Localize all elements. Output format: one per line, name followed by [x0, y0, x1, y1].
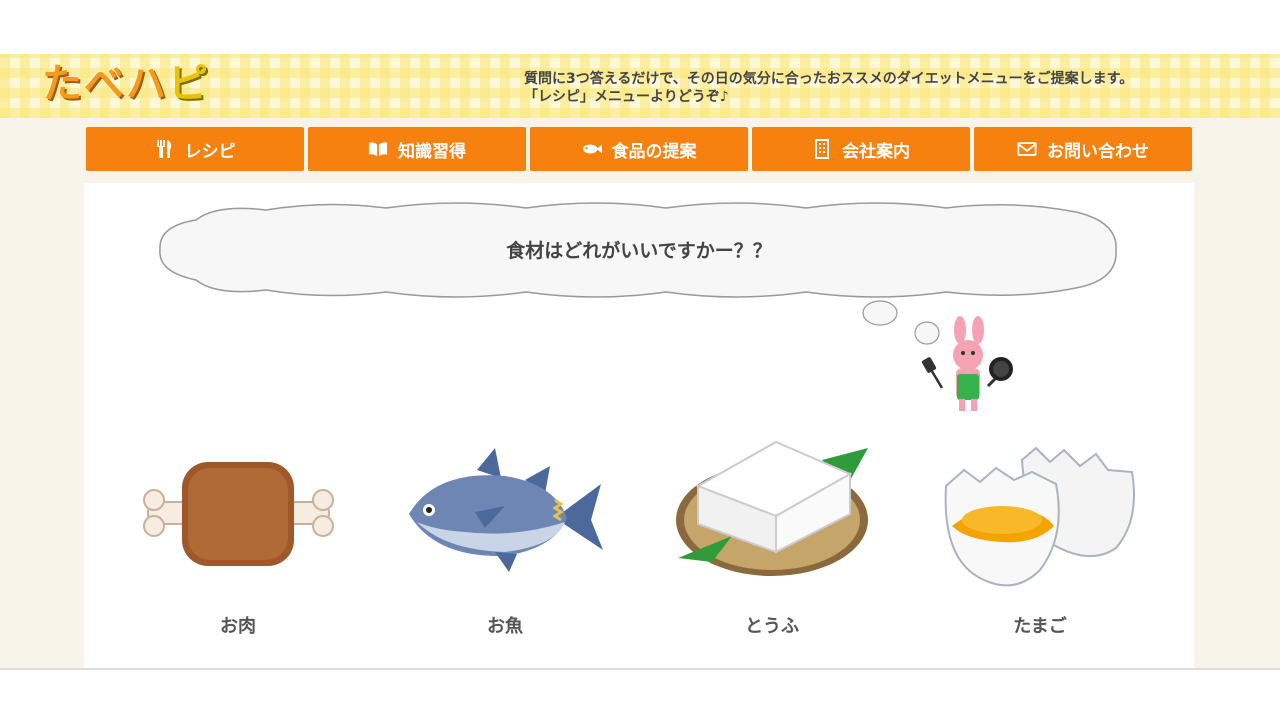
mail-icon	[1017, 139, 1037, 159]
choice-tofu[interactable]: とうふ	[672, 440, 872, 650]
nav-label: 食品の提案	[611, 141, 697, 162]
tagline-line-2: 「レシピ」メニューよりどうぞ♪	[524, 89, 729, 105]
egg-icon	[944, 446, 1135, 587]
footer-divider	[0, 668, 1280, 670]
site-tagline: 質問に3つ答えるだけで、その日の気分に合ったおススメのダイエットメニューをご提案…	[524, 70, 1264, 106]
choice-label: お肉	[220, 616, 256, 637]
nav-item-food-suggest[interactable]: 食品の提案	[530, 127, 748, 171]
nav-label: お問い合わせ	[1047, 141, 1149, 162]
meat-icon	[143, 462, 334, 566]
rabbit-chef-icon	[862, 300, 1013, 411]
choice-label: たまご	[1013, 616, 1067, 637]
choice-fish[interactable]: お魚	[405, 440, 605, 650]
site-header: たべハピ 質問に3つ答えるだけで、その日の気分に合ったおススメのダイエットメニュ…	[0, 54, 1280, 118]
site-logo[interactable]: たべハピ	[42, 58, 210, 110]
fish-icon	[582, 139, 602, 159]
nav-label: レシピ	[184, 141, 236, 162]
nav-item-recipe[interactable]: レシピ	[86, 127, 304, 171]
nav-item-contact[interactable]: お問い合わせ	[974, 127, 1192, 171]
fork-knife-icon	[155, 139, 175, 159]
fish-illustration-icon	[409, 448, 603, 572]
nav-item-company[interactable]: 会社案内	[752, 127, 970, 171]
choice-meat[interactable]: お肉	[138, 440, 338, 650]
choice-label: とうふ	[745, 616, 799, 637]
nav-item-knowledge[interactable]: 知識習得	[308, 127, 526, 171]
page: たべハピ 質問に3つ答えるだけで、その日の気分に合ったおススメのダイエットメニュ…	[0, 0, 1280, 720]
choice-egg[interactable]: たまご	[940, 440, 1140, 650]
building-icon	[812, 139, 832, 159]
nav-label: 会社案内	[842, 141, 910, 162]
book-icon	[368, 139, 388, 159]
logo-accent-text: ピ	[168, 61, 210, 107]
logo-main-text: たべハ	[42, 61, 168, 107]
question-text: 食材はどれがいいですかー？？	[506, 240, 772, 262]
tagline-line-1: 質問に3つ答えるだけで、その日の気分に合ったおススメのダイエットメニューをご提案…	[524, 71, 1134, 87]
nav-label: 知識習得	[398, 141, 466, 162]
choice-label: お魚	[487, 616, 523, 637]
tofu-icon	[676, 440, 868, 576]
main-nav: レシピ 知識習得 食品の提案 会社案内 お問い合わせ	[86, 127, 1192, 171]
